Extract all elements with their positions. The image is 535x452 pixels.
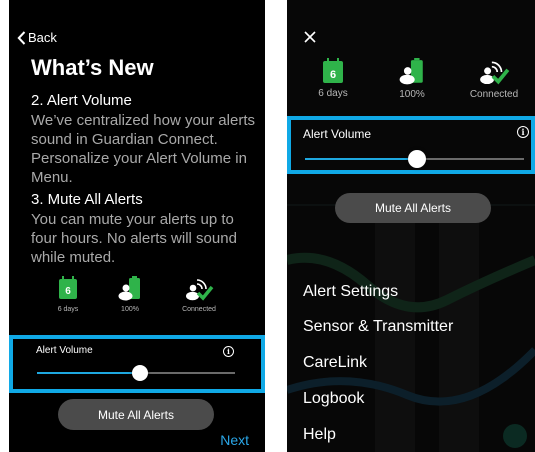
alert-volume-slider[interactable] <box>37 365 235 381</box>
menu-item-sensor-transmitter[interactable]: Sensor & Transmitter <box>303 318 453 336</box>
transmitter-battery-status: 100% <box>384 58 440 100</box>
next-button[interactable]: Next <box>220 432 249 448</box>
section-heading-mute-all: 3. Mute All Alerts <box>31 191 143 208</box>
alert-volume-label: Alert Volume <box>36 345 93 356</box>
transmitter-battery-icon <box>399 58 423 85</box>
transmitter-battery-status: 100% <box>103 276 157 313</box>
chevron-left-icon <box>17 30 26 45</box>
menu-item-logbook[interactable]: Logbook <box>303 390 364 408</box>
sensor-days-label: 6 days <box>57 306 79 313</box>
page-title: What’s New <box>31 55 154 80</box>
transmitter-battery-icon <box>118 276 140 301</box>
body-line: Menu. <box>31 169 73 186</box>
slider-thumb[interactable] <box>132 365 148 381</box>
body-line: while muted. <box>31 249 116 266</box>
connection-status: Connected <box>169 276 229 313</box>
sensor-days-status: 6 6 days <box>305 58 361 99</box>
section-body-alert-volume: We’ve centralized how your alerts sound … <box>31 111 259 187</box>
menu-item-carelink[interactable]: CareLink <box>303 354 367 372</box>
slider-thumb[interactable] <box>408 150 426 168</box>
mute-all-alerts-button[interactable]: Mute All Alerts <box>58 399 214 430</box>
connection-status: Connected <box>461 58 527 100</box>
battery-label: 100% <box>399 89 425 100</box>
slider-fill <box>305 158 417 160</box>
battery-label: 100% <box>121 306 139 313</box>
menu-screen: 6 6 days 100% Connected Alert Volume i M <box>287 0 535 452</box>
section-body-mute-all: You can mute your alerts up to four hour… <box>31 210 259 267</box>
sensor-days-label: 6 days <box>318 88 348 99</box>
info-icon[interactable]: i <box>517 126 529 138</box>
connected-icon <box>186 279 214 301</box>
menu-item-help[interactable]: Help <box>303 426 336 444</box>
info-icon[interactable]: i <box>223 346 234 357</box>
calendar-icon: 6 <box>323 58 343 83</box>
alert-volume-panel: Alert Volume i <box>287 116 535 174</box>
back-label: Back <box>28 30 57 45</box>
section-heading-alert-volume: 2. Alert Volume <box>31 92 132 109</box>
mute-all-alerts-button[interactable]: Mute All Alerts <box>335 193 491 223</box>
body-line: Personalize your Alert Volume in <box>31 150 247 167</box>
body-line: sound in Guardian Connect. <box>31 131 218 148</box>
sensor-days-status: 6 6 days <box>41 276 95 313</box>
calendar-badge: 6 <box>65 286 71 297</box>
close-icon[interactable] <box>303 30 317 44</box>
alert-volume-label: Alert Volume <box>303 127 372 141</box>
slider-fill <box>37 372 140 374</box>
alert-volume-panel: Alert Volume i <box>9 335 265 393</box>
body-line: You can mute your alerts up to <box>31 211 234 228</box>
connected-icon <box>480 61 510 85</box>
whats-new-screen: Back What’s New 2. Alert Volume We’ve ce… <box>9 0 265 452</box>
calendar-badge: 6 <box>330 69 336 81</box>
body-line: We’ve centralized how your alerts <box>31 112 255 129</box>
connection-label: Connected <box>182 306 216 313</box>
body-line: four hours. No alerts will sound <box>31 230 237 247</box>
connection-label: Connected <box>469 89 519 100</box>
menu-item-alert-settings[interactable]: Alert Settings <box>303 283 398 301</box>
alert-volume-slider[interactable] <box>305 150 524 168</box>
calendar-icon: 6 <box>59 276 77 299</box>
back-button[interactable]: Back <box>17 30 57 45</box>
